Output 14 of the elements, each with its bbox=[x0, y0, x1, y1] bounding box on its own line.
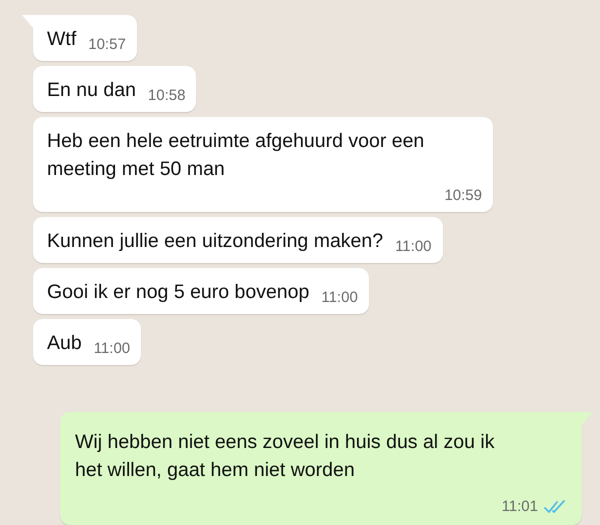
message-text: Wij hebben niet eens zoveel in huis dus al zou ik het willen, gaat hem niet worden bbox=[75, 430, 496, 483]
message-time: 10:57 bbox=[88, 36, 126, 53]
message-text: Gooi ik er nog 5 euro bovenop bbox=[47, 280, 310, 305]
message-time: 10:59 bbox=[444, 187, 482, 204]
message-time: 11:00 bbox=[321, 289, 358, 306]
message-text: Wtf bbox=[47, 27, 76, 52]
message-time: 11:00 bbox=[94, 340, 130, 357]
message-text: Kunnen jullie een uitzondering maken? bbox=[47, 229, 384, 254]
message-time: 10:58 bbox=[148, 87, 186, 104]
message-time: 11:00 bbox=[395, 238, 432, 255]
message-text: En nu dan bbox=[47, 78, 136, 103]
message-text: Aub bbox=[47, 331, 82, 356]
message-text: Heb een hele eetruimte afgehuurd voor een meeting met 50 man bbox=[47, 129, 426, 182]
message-time: 11:01 bbox=[502, 498, 538, 515]
